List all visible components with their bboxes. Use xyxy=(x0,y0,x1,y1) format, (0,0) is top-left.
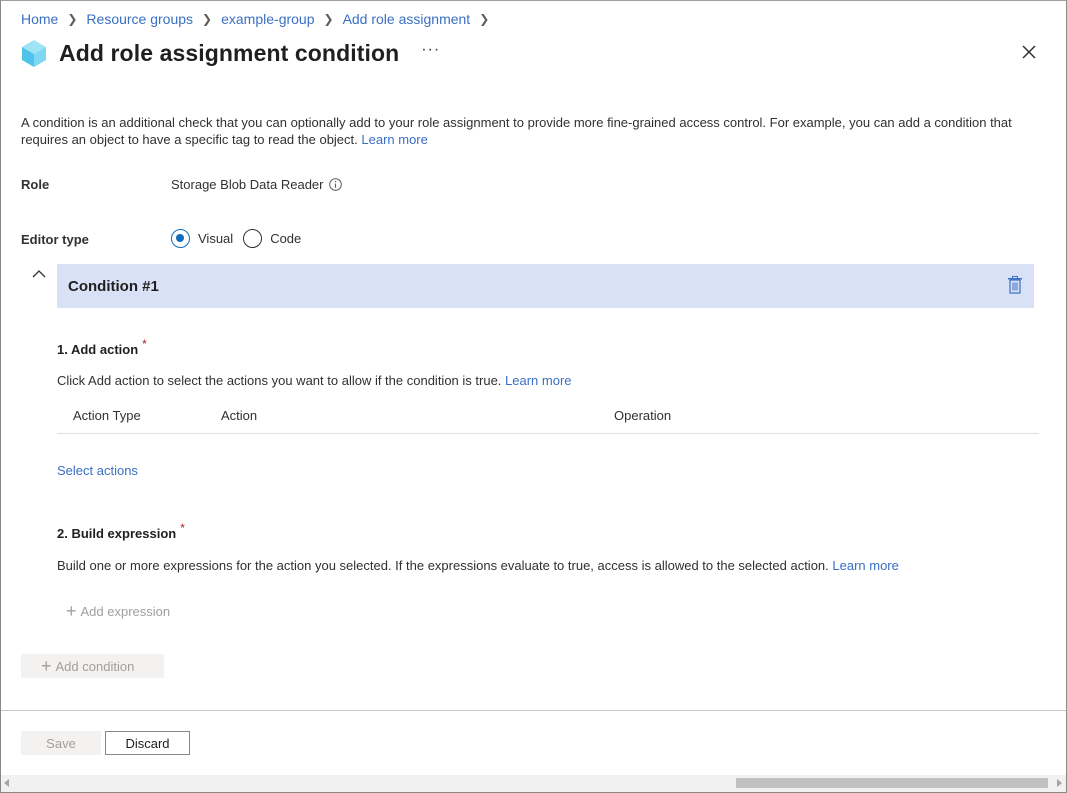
page-title: Add role assignment condition xyxy=(59,39,400,66)
required-marker: * xyxy=(180,521,185,535)
editor-type-radio-group: Visual Code xyxy=(171,229,311,248)
cube-icon xyxy=(22,40,46,67)
build-expression-learn-more-link[interactable]: Learn more xyxy=(832,558,898,573)
radio-visual-checked-icon[interactable] xyxy=(171,229,190,248)
more-options-button[interactable]: ··· xyxy=(421,41,440,59)
required-marker: * xyxy=(142,337,147,351)
chevron-right-icon: ❯ xyxy=(202,12,213,26)
radio-code-unchecked-icon[interactable] xyxy=(243,229,263,248)
scroll-right-arrow-icon[interactable] xyxy=(1057,779,1062,787)
info-icon[interactable] xyxy=(329,178,343,191)
radio-visual-label: Visual xyxy=(198,231,234,246)
description: A condition is an additional check that … xyxy=(21,114,1041,148)
role-name: Storage Blob Data Reader xyxy=(171,177,324,192)
breadcrumb-add-role-assignment[interactable]: Add role assignment xyxy=(343,11,471,27)
add-action-title: 1. Add action * xyxy=(57,337,147,357)
add-action-desc-text: Click Add action to select the actions y… xyxy=(57,373,502,388)
description-text: A condition is an additional check that … xyxy=(21,115,1012,147)
condition-title: Condition #1 xyxy=(68,277,159,295)
title-row: Add role assignment condition ··· xyxy=(21,38,440,68)
close-icon[interactable] xyxy=(1019,42,1039,62)
trash-icon[interactable] xyxy=(1007,276,1023,294)
breadcrumb-resource-groups[interactable]: Resource groups xyxy=(86,11,193,27)
chevron-right-icon: ❯ xyxy=(479,12,490,26)
scroll-left-arrow-icon[interactable] xyxy=(4,779,9,787)
breadcrumb: Home ❯ Resource groups ❯ example-group ❯… xyxy=(21,11,498,27)
breadcrumb-example-group[interactable]: example-group xyxy=(221,11,314,27)
scrollbar-thumb[interactable] xyxy=(736,778,1048,788)
add-expression-button[interactable]: + Add expression xyxy=(66,601,171,621)
select-actions-link[interactable]: Select actions xyxy=(57,463,138,478)
build-expression-desc-text: Build one or more expressions for the ac… xyxy=(57,558,829,573)
chevron-right-icon: ❯ xyxy=(323,12,334,26)
add-action-description: Click Add action to select the actions y… xyxy=(57,373,572,388)
build-expression-title-text: 2. Build expression xyxy=(57,526,177,541)
add-condition-button[interactable]: + Add condition xyxy=(21,654,164,678)
condition-header: Condition #1 xyxy=(57,264,1034,308)
add-expression-label: Add expression xyxy=(80,604,171,619)
editor-type-label: Editor type xyxy=(21,232,89,247)
column-action: Action xyxy=(221,408,258,423)
horizontal-scrollbar[interactable] xyxy=(1,775,1066,792)
actions-table-header: Action Type Action Operation xyxy=(57,406,1039,434)
footer-divider xyxy=(1,710,1066,711)
add-condition-label: Add condition xyxy=(55,658,135,674)
plus-icon: + xyxy=(66,601,77,621)
column-operation: Operation xyxy=(614,408,672,423)
build-expression-description: Build one or more expressions for the ac… xyxy=(57,558,899,573)
chevron-up-icon[interactable] xyxy=(30,267,48,281)
column-action-type: Action Type xyxy=(73,408,141,423)
learn-more-link[interactable]: Learn more xyxy=(361,132,427,147)
add-action-title-text: 1. Add action xyxy=(57,342,139,357)
add-action-learn-more-link[interactable]: Learn more xyxy=(505,373,571,388)
role-value: Storage Blob Data Reader xyxy=(171,177,343,192)
chevron-right-icon: ❯ xyxy=(67,12,78,26)
build-expression-title: 2. Build expression * xyxy=(57,521,185,541)
save-button[interactable]: Save xyxy=(21,731,101,755)
radio-code[interactable]: Code xyxy=(243,229,301,248)
radio-visual[interactable]: Visual xyxy=(171,229,233,248)
plus-icon: + xyxy=(41,655,52,676)
radio-code-label: Code xyxy=(270,231,302,246)
discard-button[interactable]: Discard xyxy=(105,731,190,755)
breadcrumb-home[interactable]: Home xyxy=(21,11,58,27)
role-label: Role xyxy=(21,177,50,192)
